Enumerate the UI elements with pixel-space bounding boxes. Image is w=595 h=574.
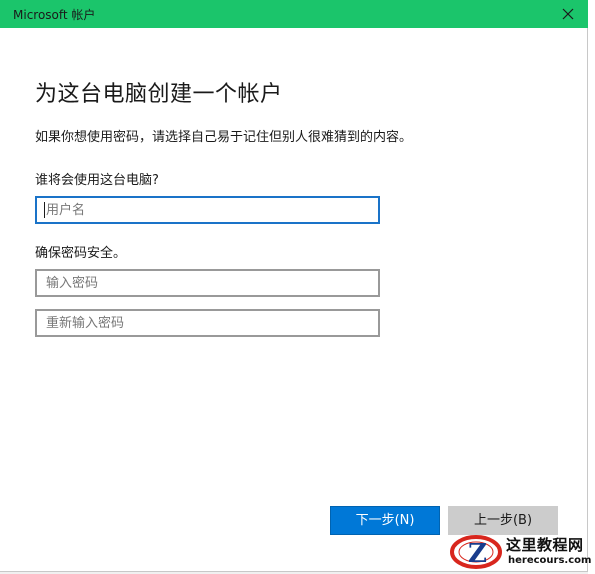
watermark-title: 这里教程网 xyxy=(506,536,584,554)
window-title: Microsoft 帐户 xyxy=(13,8,96,22)
username-input[interactable] xyxy=(35,196,380,224)
description-text: 如果你想使用密码，请选择自己易于记住但别人很难猜到的内容。 xyxy=(35,130,413,145)
password-section-label: 确保密码安全。 xyxy=(35,246,127,261)
confirm-password-input[interactable] xyxy=(35,309,380,337)
next-button[interactable]: 下一步(N) xyxy=(330,506,440,535)
close-button[interactable] xyxy=(556,2,580,26)
svg-text:Z: Z xyxy=(468,539,487,569)
background-window-edge: П ﾐ xyxy=(588,0,595,574)
account-dialog: Microsoft 帐户 为这台电脑创建一个帐户 如果你想使用密码，请选择自己易… xyxy=(0,0,588,572)
watermark-logo-icon: Z xyxy=(450,535,502,569)
screen: П ﾐ Microsoft 帐户 为这台电脑创建一个帐户 如果你想使用密码，请选… xyxy=(0,0,595,574)
site-watermark: Z 这里教程网 herecours.com xyxy=(446,528,595,574)
text-caret xyxy=(44,202,45,218)
close-icon xyxy=(562,8,574,20)
who-label: 谁将会使用这台电脑? xyxy=(35,173,159,188)
title-bar[interactable]: Microsoft 帐户 xyxy=(0,0,588,28)
watermark-url: herecours.com xyxy=(508,555,592,566)
password-input[interactable] xyxy=(35,269,380,297)
page-title: 为这台电脑创建一个帐户 xyxy=(35,82,283,107)
